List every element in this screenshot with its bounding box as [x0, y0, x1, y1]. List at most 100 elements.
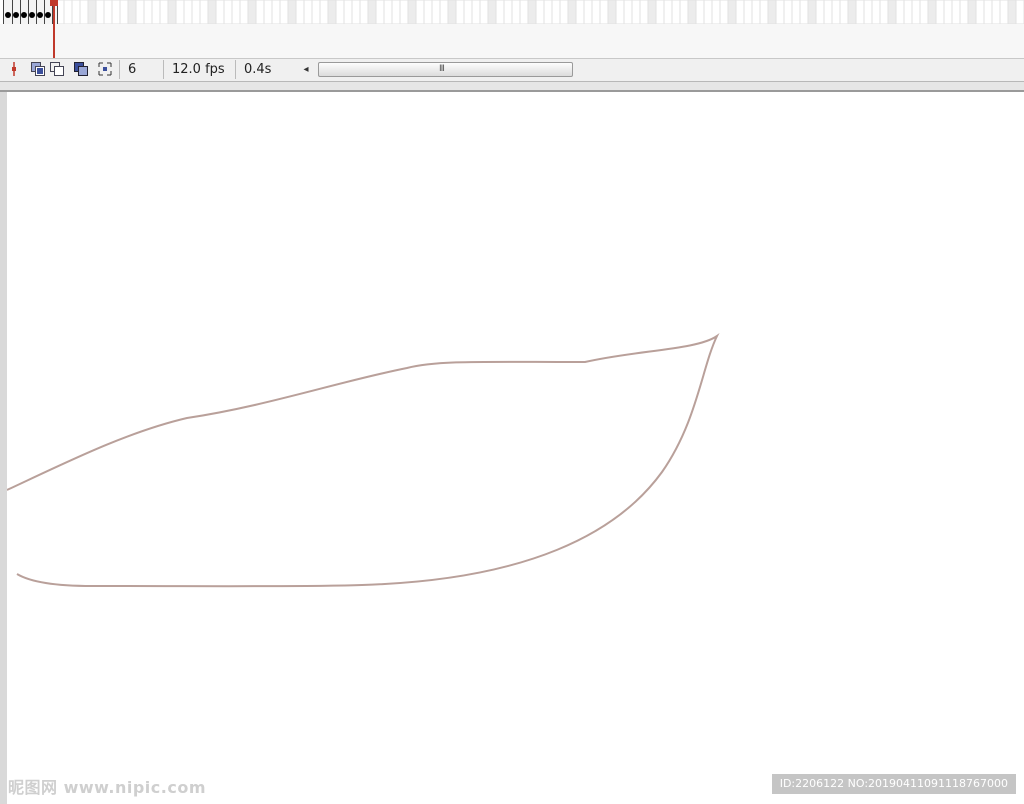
- frame-cell[interactable]: [239, 0, 249, 24]
- frame-cell[interactable]: [383, 0, 393, 24]
- timeline[interactable]: [0, 0, 1024, 25]
- frame-cell[interactable]: [487, 0, 497, 24]
- frame-cell[interactable]: [327, 0, 337, 24]
- frame-cell[interactable]: [743, 0, 753, 24]
- frame-cell[interactable]: [271, 0, 281, 24]
- frame-cell[interactable]: [551, 0, 561, 24]
- frame-cell[interactable]: [351, 0, 361, 24]
- frame-cell[interactable]: [71, 0, 81, 24]
- frame-cell[interactable]: [447, 0, 457, 24]
- frame-cell[interactable]: [311, 0, 321, 24]
- frame-cell[interactable]: [959, 0, 969, 24]
- frame-cell[interactable]: [439, 0, 449, 24]
- frame-cell[interactable]: [1007, 0, 1017, 24]
- frame-cell[interactable]: [95, 0, 105, 24]
- frame-cell[interactable]: [543, 0, 553, 24]
- frame-cell[interactable]: [647, 0, 657, 24]
- frame-cell[interactable]: [615, 0, 625, 24]
- frame-cell[interactable]: [295, 0, 305, 24]
- frame-cell[interactable]: [831, 0, 841, 24]
- onion-skin-outlines-icon[interactable]: [49, 61, 65, 77]
- frame-cell[interactable]: [815, 0, 825, 24]
- frame-cell[interactable]: [511, 0, 521, 24]
- frame-cell[interactable]: [887, 0, 897, 24]
- frame-cell[interactable]: [359, 0, 369, 24]
- frame-cell[interactable]: [415, 0, 425, 24]
- frame-cell[interactable]: [143, 0, 153, 24]
- frame-cell[interactable]: [671, 0, 681, 24]
- frame-cell[interactable]: [391, 0, 401, 24]
- frame-cell[interactable]: [591, 0, 601, 24]
- frame-cell[interactable]: [631, 0, 641, 24]
- frame-cell[interactable]: [655, 0, 665, 24]
- frame-cell[interactable]: [151, 0, 161, 24]
- frame-rate-field[interactable]: 12.0 fps: [163, 60, 233, 79]
- frame-cell[interactable]: [839, 0, 849, 24]
- frame-cell[interactable]: [423, 0, 433, 24]
- frame-cell[interactable]: [199, 0, 209, 24]
- frame-cell[interactable]: [775, 0, 785, 24]
- frame-cell[interactable]: [583, 0, 593, 24]
- frame-cell[interactable]: [319, 0, 329, 24]
- frame-cell[interactable]: [847, 0, 857, 24]
- frame-cell[interactable]: [639, 0, 649, 24]
- drawn-shape[interactable]: [7, 92, 1024, 804]
- frame-cell[interactable]: [375, 0, 385, 24]
- frame-cell[interactable]: [279, 0, 289, 24]
- edit-multiple-frames-icon[interactable]: [73, 61, 89, 77]
- frame-cell[interactable]: [407, 0, 417, 24]
- frame-cell[interactable]: [687, 0, 697, 24]
- frame-cell[interactable]: [255, 0, 265, 24]
- frame-cell[interactable]: [527, 0, 537, 24]
- frame-cell[interactable]: [879, 0, 889, 24]
- frame-cell[interactable]: [895, 0, 905, 24]
- frame-cell[interactable]: [751, 0, 761, 24]
- frame-cell[interactable]: [303, 0, 313, 24]
- frame-cell[interactable]: [167, 0, 177, 24]
- frame-cell[interactable]: [159, 0, 169, 24]
- frame-cell[interactable]: [191, 0, 201, 24]
- frame-cell[interactable]: [503, 0, 513, 24]
- frame-cell[interactable]: [711, 0, 721, 24]
- frame-cell[interactable]: [823, 0, 833, 24]
- frame-cell[interactable]: [791, 0, 801, 24]
- frame-cell[interactable]: [247, 0, 257, 24]
- frame-cell[interactable]: [903, 0, 913, 24]
- frame-cell[interactable]: [183, 0, 193, 24]
- frame-cell[interactable]: [703, 0, 713, 24]
- frame-cell[interactable]: [535, 0, 545, 24]
- frame-cell[interactable]: [607, 0, 617, 24]
- frame-cell[interactable]: [343, 0, 353, 24]
- center-frame-icon[interactable]: [6, 61, 22, 77]
- frame-cell[interactable]: [463, 0, 473, 24]
- frame-cell[interactable]: [927, 0, 937, 24]
- frame-cell[interactable]: [727, 0, 737, 24]
- frame-cell[interactable]: [799, 0, 809, 24]
- frame-cell[interactable]: [767, 0, 777, 24]
- frame-cell[interactable]: [855, 0, 865, 24]
- frame-cell[interactable]: [455, 0, 465, 24]
- frame-cell[interactable]: [287, 0, 297, 24]
- frame-cell[interactable]: [103, 0, 113, 24]
- frame-cell[interactable]: [471, 0, 481, 24]
- frame-cell[interactable]: [943, 0, 953, 24]
- frame-cell[interactable]: [863, 0, 873, 24]
- frame-cell[interactable]: [623, 0, 633, 24]
- frame-cell[interactable]: [719, 0, 729, 24]
- frame-cell[interactable]: [599, 0, 609, 24]
- frame-cell[interactable]: [975, 0, 985, 24]
- frame-cell[interactable]: [759, 0, 769, 24]
- frame-cell[interactable]: [807, 0, 817, 24]
- frame-cell[interactable]: [519, 0, 529, 24]
- frame-cell[interactable]: [399, 0, 409, 24]
- frame-cell[interactable]: [263, 0, 273, 24]
- frame-cell[interactable]: [431, 0, 441, 24]
- frame-cell[interactable]: [79, 0, 89, 24]
- frame-cell[interactable]: [111, 0, 121, 24]
- frame-cell[interactable]: [479, 0, 489, 24]
- frame-cell[interactable]: [215, 0, 225, 24]
- frame-cell[interactable]: [175, 0, 185, 24]
- timeline-empty-layer-area[interactable]: [0, 24, 1024, 58]
- frame-cell[interactable]: [231, 0, 241, 24]
- frame-cell[interactable]: [783, 0, 793, 24]
